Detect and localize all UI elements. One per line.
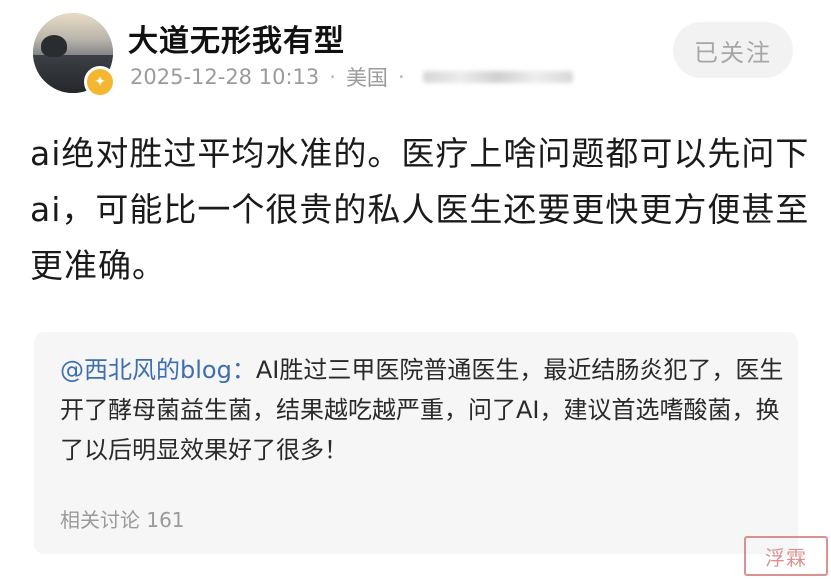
author-name[interactable]: 大道无形我有型 bbox=[128, 16, 345, 60]
post-meta: 2025-12-28 10:13 · 美国 · bbox=[130, 62, 573, 92]
quote-content: @西北风的blog：AI胜过三甲医院普通医生，最近结肠炎犯了，医生开了酵母菌益生… bbox=[60, 350, 790, 470]
watermark-stamp: 浮霖 bbox=[744, 536, 828, 576]
post-timestamp: 2025-12-28 10:13 bbox=[130, 65, 320, 89]
meta-separator-2: · bbox=[397, 65, 405, 89]
verified-badge-icon: ✦ bbox=[84, 66, 116, 98]
avatar-tree bbox=[41, 35, 67, 57]
related-discussions-link[interactable]: 相关讨论 161 bbox=[60, 504, 185, 533]
post-body: ai绝对胜过平均水准的。医疗上啥问题都可以先问下ai，可能比一个很贵的私人医生还… bbox=[30, 134, 810, 285]
quoted-post[interactable]: @西北风的blog：AI胜过三甲医院普通医生，最近结肠炎犯了，医生开了酵母菌益生… bbox=[34, 332, 798, 554]
meta-separator: · bbox=[329, 65, 336, 89]
quote-author-link[interactable]: @西北风的blog： bbox=[60, 356, 256, 384]
follow-button[interactable]: 已关注 bbox=[673, 22, 793, 78]
blurred-info bbox=[422, 71, 573, 83]
post-location: 美国 bbox=[345, 66, 388, 90]
